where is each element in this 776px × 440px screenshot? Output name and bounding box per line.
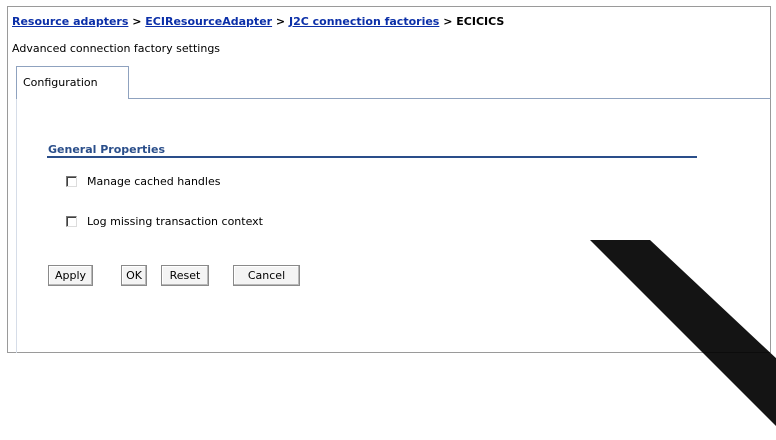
breadcrumb-separator: > <box>443 15 453 28</box>
tab-strip-divider <box>129 98 771 99</box>
log-missing-transaction-context-checkbox[interactable] <box>66 216 77 227</box>
breadcrumb-current: ECICICS <box>456 15 505 28</box>
cancel-button[interactable]: Cancel <box>233 265 300 286</box>
page-subtitle: Advanced connection factory settings <box>12 42 221 55</box>
checkbox-row-log-missing-transaction-context: Log missing transaction context <box>66 215 263 228</box>
content-frame: Resource adapters > ECIResourceAdapter >… <box>7 6 771 353</box>
breadcrumb-separator: > <box>275 15 286 28</box>
section-divider <box>47 156 697 158</box>
breadcrumb-separator: > <box>132 15 142 28</box>
apply-button[interactable]: Apply <box>48 265 93 286</box>
log-missing-transaction-context-label: Log missing transaction context <box>87 215 263 228</box>
breadcrumb-link-eci-resource-adapter[interactable]: ECIResourceAdapter <box>145 15 272 28</box>
section-title-general-properties: General Properties <box>48 143 166 156</box>
tab-configuration-label: Configuration <box>23 76 98 89</box>
breadcrumb: Resource adapters > ECIResourceAdapter >… <box>12 15 504 28</box>
breadcrumb-link-j2c-connection-factories[interactable]: J2C connection factories <box>289 15 439 28</box>
manage-cached-handles-checkbox[interactable] <box>66 176 77 187</box>
breadcrumb-link-resource-adapters[interactable]: Resource adapters <box>12 15 128 28</box>
tab-configuration[interactable]: Configuration <box>16 66 129 99</box>
reset-button[interactable]: Reset <box>161 265 209 286</box>
ok-button[interactable]: OK <box>121 265 147 286</box>
checkbox-row-manage-cached-handles: Manage cached handles <box>66 175 220 188</box>
tab-panel-border <box>16 98 17 353</box>
manage-cached-handles-label: Manage cached handles <box>87 175 221 188</box>
